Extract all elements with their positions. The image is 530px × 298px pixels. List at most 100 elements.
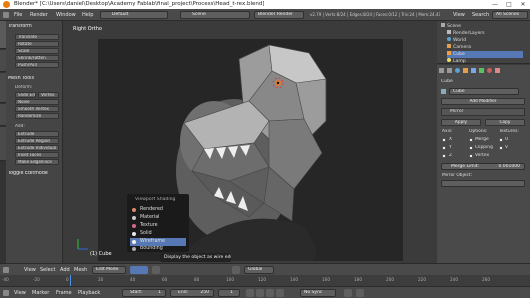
- object-name-value: Cube: [453, 89, 465, 94]
- merge-checkbox[interactable]: [469, 138, 473, 142]
- view3d-editor-icon[interactable]: [3, 267, 9, 273]
- mesh-tools-header[interactable]: Mesh Tools: [8, 76, 60, 82]
- outliner-view-menu[interactable]: View: [453, 12, 465, 18]
- mesh-icon: [447, 51, 451, 55]
- texture-v-checkbox[interactable]: [499, 146, 503, 150]
- object-tab-icon[interactable]: [463, 68, 468, 73]
- current-frame-line[interactable]: [70, 275, 71, 286]
- apply-button[interactable]: Apply: [441, 119, 481, 126]
- keying-icon[interactable]: [344, 289, 352, 297]
- rotate-button[interactable]: Rotate: [15, 41, 59, 47]
- shading-option-solid[interactable]: Solid: [130, 230, 186, 238]
- shading-option-wireframe[interactable]: Wireframe: [130, 238, 186, 246]
- extrude-region-button[interactable]: Extrude Region: [15, 138, 59, 144]
- axis-x-checkbox[interactable]: [442, 138, 446, 142]
- shrink-fatten-button[interactable]: Shrink/Fatten: [15, 55, 59, 61]
- keyframe-insert-icon[interactable]: [356, 289, 364, 297]
- vertex-groups-checkbox[interactable]: [469, 154, 473, 158]
- menu-view[interactable]: View: [24, 267, 36, 273]
- material-tab-icon[interactable]: [487, 68, 492, 73]
- minimize-button[interactable]: —: [488, 0, 502, 9]
- mirror-object-field[interactable]: [441, 180, 525, 187]
- jump-start-icon[interactable]: [246, 289, 254, 297]
- scale-button[interactable]: Scale: [15, 48, 59, 54]
- clipping-checkbox[interactable]: [469, 146, 473, 150]
- noise-button[interactable]: Noise: [15, 99, 59, 105]
- shading-option-bounding[interactable]: Bounding: [130, 246, 186, 252]
- menu-add[interactable]: Add: [60, 267, 70, 273]
- modifier-tab-icon[interactable]: [471, 68, 476, 73]
- transform-header[interactable]: Transform: [8, 24, 60, 30]
- outliner-search-menu[interactable]: Search: [472, 12, 489, 18]
- outliner-item-cube[interactable]: Cube: [447, 51, 523, 58]
- texture-u-checkbox[interactable]: [499, 138, 503, 142]
- menu-file[interactable]: File: [14, 12, 22, 18]
- play-icon[interactable]: [266, 289, 274, 297]
- outliner-display-selector[interactable]: All Scenes: [492, 11, 528, 19]
- world-tab-icon[interactable]: [455, 68, 460, 73]
- menu-select[interactable]: Select: [40, 267, 55, 273]
- toggle-editmode-header[interactable]: Toggle Editmode: [8, 171, 60, 177]
- copy-button[interactable]: Copy: [485, 119, 525, 126]
- current-frame-field[interactable]: 1: [218, 289, 240, 297]
- 3d-viewport[interactable]: Right Ortho (1) Cube: [64, 21, 436, 263]
- scene-tab-icon[interactable]: [447, 68, 452, 73]
- menu-render[interactable]: Render: [30, 12, 48, 18]
- object-name-field[interactable]: Cube: [449, 88, 519, 95]
- layout-selector[interactable]: Default: [100, 11, 168, 19]
- smooth-vertex-button[interactable]: Smooth Vertex: [15, 106, 59, 112]
- make-edge-face-button[interactable]: Make Edge/Face: [15, 159, 59, 165]
- maximize-button[interactable]: □: [502, 0, 516, 9]
- shading-option-rendered[interactable]: Rendered: [130, 206, 186, 214]
- axis-z-label: Z: [449, 153, 453, 158]
- orientation-selector[interactable]: Global: [244, 266, 274, 274]
- menu-frame[interactable]: Frame: [56, 290, 72, 296]
- axis-y-checkbox[interactable]: [442, 146, 446, 150]
- menu-window[interactable]: Window: [56, 12, 76, 18]
- shading-option-material[interactable]: Material: [130, 214, 186, 222]
- mirror-modifier-header[interactable]: Mirror: [441, 108, 525, 116]
- start-frame-field[interactable]: Start: 1: [122, 289, 166, 297]
- menu-timeline-view[interactable]: View: [14, 290, 26, 296]
- outliner-item-renderlayers[interactable]: RenderLayers: [447, 30, 530, 37]
- viewport-shading-button[interactable]: [130, 266, 148, 274]
- push-pull-button[interactable]: Push/Pull: [15, 62, 59, 68]
- manipulator-icon[interactable]: [232, 266, 240, 274]
- timeline-ruler[interactable]: -40 -20 0 20 40 60 80 100 120 140 160 18…: [0, 275, 530, 286]
- inset-faces-button[interactable]: Inset Faces: [15, 152, 59, 158]
- outliner-item-world[interactable]: World: [447, 37, 530, 44]
- sync-selector[interactable]: No Sync: [300, 289, 336, 297]
- randomize-button[interactable]: Randomize: [15, 113, 59, 119]
- texture-tab-icon[interactable]: [495, 68, 500, 73]
- slide-edge-button[interactable]: Slide Ed: [15, 92, 36, 98]
- menu-help[interactable]: Help: [82, 12, 93, 18]
- render-tab-icon[interactable]: [439, 68, 444, 73]
- outliner-item-scene[interactable]: Scene: [441, 23, 527, 30]
- translate-button[interactable]: Translate: [15, 34, 59, 40]
- slide-vertex-button[interactable]: Vertex: [38, 92, 59, 98]
- menu-marker[interactable]: Marker: [32, 290, 49, 296]
- rendered-shading-icon: [132, 208, 136, 212]
- axis-z-checkbox[interactable]: [442, 154, 446, 158]
- render-engine-selector[interactable]: Blender Render: [254, 11, 304, 19]
- scene-selector[interactable]: Scene: [180, 11, 250, 19]
- outliner-item-lamp[interactable]: Lamp: [447, 58, 530, 64]
- merge-limit-field[interactable]: Merge Limit: 0.001000: [441, 163, 525, 170]
- play-reverse-icon[interactable]: [256, 289, 264, 297]
- pivot-icon[interactable]: [152, 266, 160, 274]
- mode-selector[interactable]: Edit Mode: [92, 266, 126, 274]
- extrude-button[interactable]: Extrude: [15, 131, 59, 137]
- close-button[interactable]: ✕: [516, 0, 530, 9]
- outliner-item-camera[interactable]: Camera: [447, 44, 530, 51]
- jump-end-icon[interactable]: [276, 289, 284, 297]
- menu-playback[interactable]: Playback: [78, 290, 100, 296]
- data-tab-icon[interactable]: [479, 68, 484, 73]
- add-modifier-button[interactable]: Add Modifier: [441, 98, 525, 105]
- end-frame-field[interactable]: End: 250: [170, 289, 214, 297]
- shading-option-texture[interactable]: Texture: [130, 222, 186, 230]
- menu-mesh[interactable]: Mesh: [74, 267, 87, 273]
- extrude-individual-button[interactable]: Extrude Individual: [15, 145, 59, 151]
- timeline-editor-icon[interactable]: [3, 290, 9, 296]
- ruler-tick: -40: [2, 277, 9, 282]
- info-editor-icon[interactable]: [3, 12, 9, 18]
